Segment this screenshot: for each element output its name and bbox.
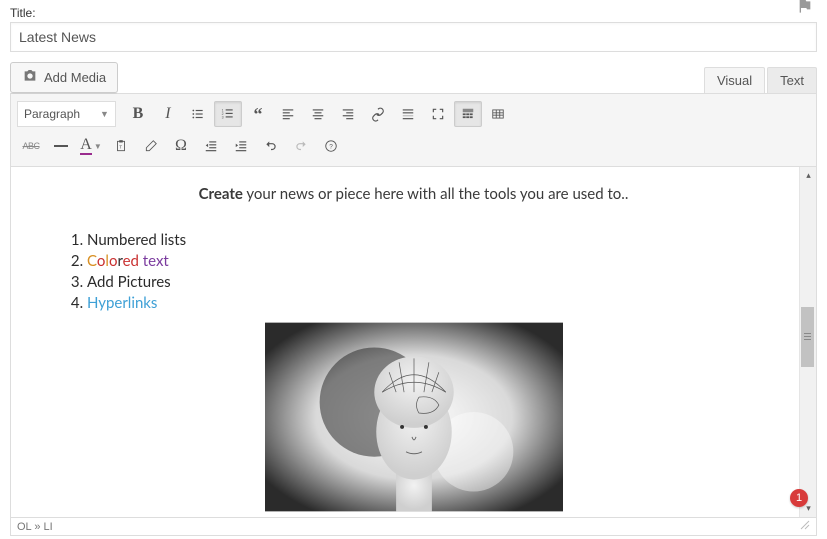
chevron-down-icon: ▼ xyxy=(94,142,102,151)
tab-visual[interactable]: Visual xyxy=(704,67,765,93)
add-media-button[interactable]: Add Media xyxy=(10,62,118,93)
indent-button[interactable] xyxy=(227,133,255,159)
numbered-list-button[interactable]: 123 xyxy=(214,101,242,127)
text-color-icon: A xyxy=(80,138,92,155)
table-icon xyxy=(491,106,505,122)
align-right-icon xyxy=(341,106,355,122)
scrollbar-thumb[interactable] xyxy=(801,307,814,367)
undo-icon xyxy=(264,138,278,154)
scroll-up-arrow[interactable]: ▴ xyxy=(800,167,816,184)
strikethrough-icon: ABC xyxy=(23,141,40,151)
hr-button[interactable] xyxy=(47,133,75,159)
toolbar-toggle-icon xyxy=(461,106,475,122)
align-left-icon xyxy=(281,106,295,122)
insert-link-button[interactable] xyxy=(364,101,392,127)
redo-icon xyxy=(294,138,308,154)
fullscreen-icon xyxy=(431,106,445,122)
fullscreen-button[interactable] xyxy=(424,101,452,127)
italic-button[interactable]: I xyxy=(154,101,182,127)
svg-text:?: ? xyxy=(329,143,333,150)
italic-icon: I xyxy=(165,105,170,123)
help-button[interactable]: ? xyxy=(317,133,345,159)
outdent-icon xyxy=(204,138,218,154)
align-center-button[interactable] xyxy=(304,101,332,127)
format-dropdown[interactable]: Paragraph ▼ xyxy=(17,101,116,127)
omega-icon: Ω xyxy=(175,137,187,155)
add-media-label: Add Media xyxy=(44,70,106,85)
list-item[interactable]: Numbered lists xyxy=(87,231,766,249)
paste-text-button[interactable]: T xyxy=(107,133,135,159)
bold-icon: B xyxy=(133,105,144,123)
vertical-scrollbar[interactable]: ▴ ▾ xyxy=(799,167,816,517)
insert-more-button[interactable] xyxy=(394,101,422,127)
clipboard-icon: T xyxy=(114,138,128,154)
chevron-down-icon: ▼ xyxy=(100,109,109,119)
tab-text[interactable]: Text xyxy=(767,67,817,93)
toolbar-toggle-button[interactable] xyxy=(454,101,482,127)
outdent-button[interactable] xyxy=(197,133,225,159)
bold-button[interactable]: B xyxy=(124,101,152,127)
svg-text:3: 3 xyxy=(222,116,224,120)
content-image[interactable] xyxy=(61,322,766,512)
content-headline[interactable]: Create your news or piece here with all … xyxy=(61,185,766,203)
editor-status-bar: OL » LI xyxy=(10,518,817,536)
text-color-button[interactable]: A▼ xyxy=(77,133,105,159)
content-ordered-list[interactable]: Numbered lists Colored text Add Pictures… xyxy=(67,231,766,312)
clear-formatting-button[interactable] xyxy=(137,133,165,159)
title-input[interactable] xyxy=(10,22,817,52)
editor-toolbar: Paragraph ▼ B I 123 “ xyxy=(11,94,816,167)
align-left-button[interactable] xyxy=(274,101,302,127)
flag-icon[interactable] xyxy=(797,0,813,17)
phrenology-head-image xyxy=(265,322,563,512)
numbered-list-icon: 123 xyxy=(221,106,235,122)
special-char-button[interactable]: Ω xyxy=(167,133,195,159)
insert-more-icon xyxy=(401,106,415,122)
svg-text:T: T xyxy=(119,144,122,149)
notification-badge[interactable]: 1 xyxy=(790,489,808,507)
align-right-button[interactable] xyxy=(334,101,362,127)
indent-icon xyxy=(234,138,248,154)
editor-mode-tabs: Visual Text xyxy=(704,67,817,93)
list-item[interactable]: Hyperlinks xyxy=(87,294,766,312)
eraser-icon xyxy=(144,138,158,154)
hr-icon xyxy=(54,145,68,147)
table-button[interactable] xyxy=(484,101,512,127)
resize-handle[interactable] xyxy=(798,518,810,533)
undo-button[interactable] xyxy=(257,133,285,159)
editor-container: Paragraph ▼ B I 123 “ xyxy=(10,93,817,518)
help-icon: ? xyxy=(324,138,338,154)
blockquote-button[interactable]: “ xyxy=(244,101,272,127)
title-label: Title: xyxy=(10,6,817,20)
redo-button[interactable] xyxy=(287,133,315,159)
bullet-list-icon xyxy=(191,106,205,122)
camera-music-icon xyxy=(22,68,38,87)
bullet-list-button[interactable] xyxy=(184,101,212,127)
hyperlink-text[interactable]: Hyperlinks xyxy=(87,294,157,312)
link-icon xyxy=(371,106,385,122)
list-item[interactable]: Add Pictures xyxy=(87,273,766,291)
quote-icon: “ xyxy=(253,104,262,125)
list-item[interactable]: Colored text xyxy=(87,252,766,270)
strikethrough-button[interactable]: ABC xyxy=(17,133,45,159)
align-center-icon xyxy=(311,106,325,122)
element-path[interactable]: OL » LI xyxy=(17,521,53,533)
editor-content-area[interactable]: Create your news or piece here with all … xyxy=(11,167,816,517)
